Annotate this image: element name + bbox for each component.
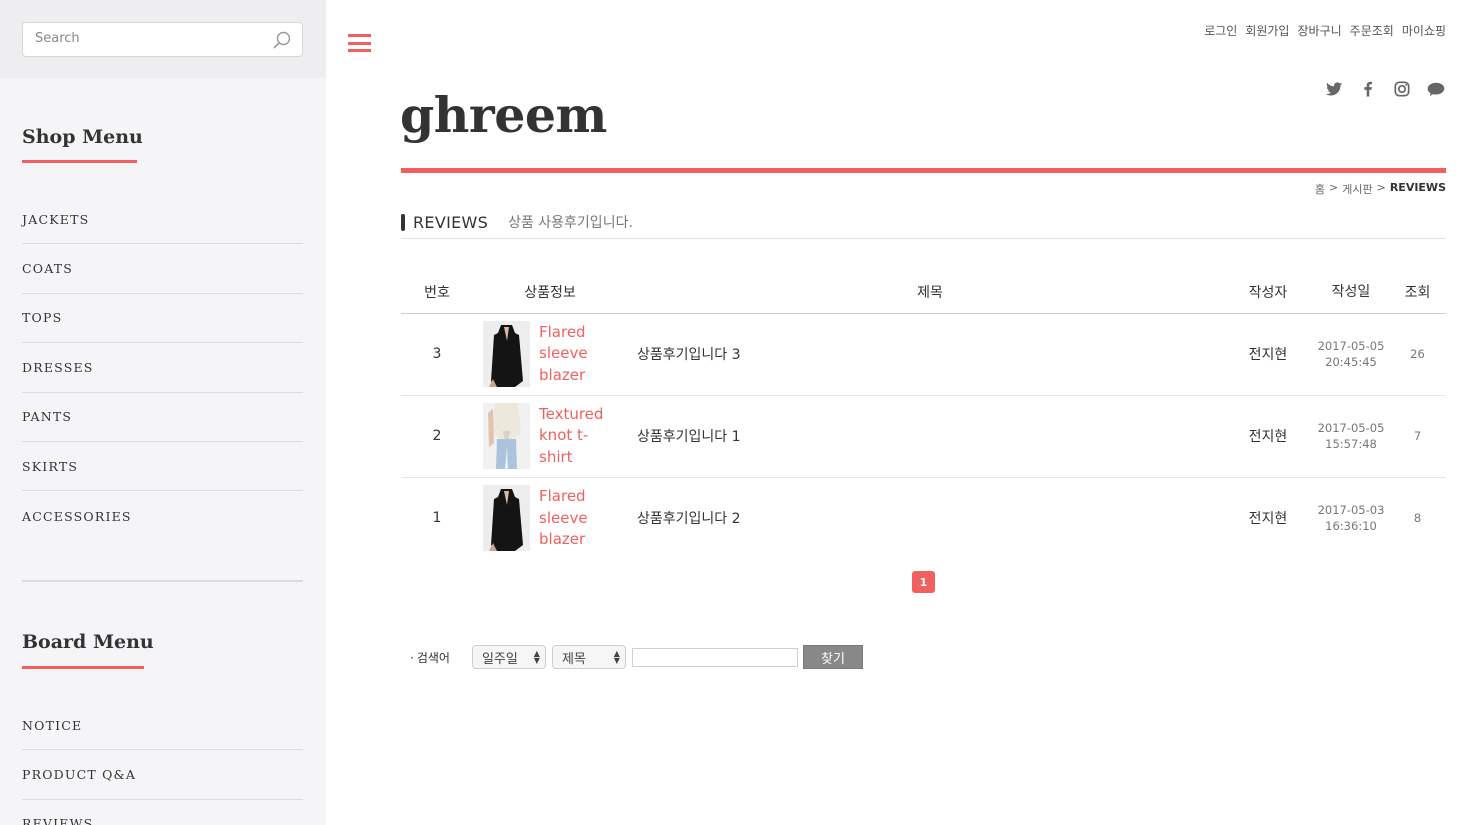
shop-menu-item-tops[interactable]: TOPS: [22, 294, 303, 344]
search-icon[interactable]: [272, 30, 292, 50]
row-date-time: 15:57:48: [1325, 437, 1377, 451]
shop-menu-item-accessories[interactable]: ACCESSORIES: [22, 491, 303, 540]
shop-menu-item-pants[interactable]: PANTS: [22, 393, 303, 442]
table-row[interactable]: 2 Textured knot t-shirt 상품후기입니다 1 전지현 20…: [401, 395, 1446, 478]
row-date-time: 20:45:45: [1325, 355, 1377, 369]
row-views: 7: [1389, 395, 1446, 478]
social-links: [1324, 79, 1446, 99]
field-select[interactable]: 제목 ▲ ▼: [551, 645, 626, 669]
cart-link[interactable]: 장바구니: [1297, 22, 1341, 39]
header-accent-line: [401, 168, 1446, 173]
facebook-icon[interactable]: [1358, 79, 1378, 99]
board-name: REVIEWS: [413, 212, 489, 232]
my-shopping-link[interactable]: 마이쇼핑: [1402, 22, 1446, 39]
pagination-page-1[interactable]: 1: [912, 571, 935, 593]
header-views: 조회: [1389, 271, 1446, 314]
table-row[interactable]: 3 Flared sleeve blazer 상품후기입니다 3 전지현 201…: [401, 313, 1446, 396]
row-views: 8: [1413, 511, 1422, 526]
sidebar-search-area: [0, 0, 326, 78]
row-writer: 전지현: [1248, 511, 1288, 528]
row-writer: 전지현: [1223, 395, 1313, 478]
title-divider: [401, 238, 1446, 239]
product-name-link[interactable]: Flared sleeve blazer: [539, 322, 611, 387]
board-menu-item-reviews[interactable]: REVIEWS: [22, 800, 303, 825]
row-num: 3: [401, 313, 473, 396]
board-description: 상품 사용후기입니다.: [508, 215, 633, 231]
breadcrumb-separator: >: [1376, 181, 1386, 194]
search-submit-button[interactable]: 찾기: [802, 645, 863, 669]
breadcrumb-separator: >: [1329, 181, 1339, 194]
hamburger-menu-icon[interactable]: [348, 34, 371, 52]
shop-menu-item-jackets[interactable]: JACKETS: [22, 195, 303, 245]
product-thumbnail[interactable]: [483, 485, 530, 552]
row-subject-link[interactable]: 상품후기입니다 2: [627, 477, 1223, 559]
header-product: 상품정보: [473, 271, 627, 314]
table-header-row: 번호 상품정보 제목 작성자 작성일 조회: [401, 271, 1446, 314]
row-date: 2017-05-05 20:45:45: [1313, 313, 1389, 396]
period-select[interactable]: 일주일 ▲ ▼: [471, 645, 546, 669]
join-link[interactable]: 회원가입: [1245, 22, 1289, 39]
header-writer: 작성자: [1223, 271, 1313, 314]
top-links: 로그인 회원가입 장바구니 주문조회 마이쇼핑: [1204, 22, 1446, 39]
search-keyword-label: 검색어: [410, 649, 450, 666]
field-select-value: 제목: [561, 651, 586, 667]
board-menu-list: NOTICE PRODUCT Q&A REVIEWS: [22, 701, 303, 825]
keyword-input[interactable]: [631, 647, 798, 667]
instagram-icon[interactable]: [1392, 79, 1412, 99]
shop-menu-item-skirts[interactable]: SKIRTS: [22, 442, 303, 492]
period-select-value: 일주일: [481, 651, 518, 667]
board-menu-underline: [22, 666, 144, 669]
row-product: Textured knot t-shirt: [473, 395, 627, 478]
breadcrumb-current: REVIEWS: [1389, 181, 1446, 194]
row-product: Flared sleeve blazer: [473, 313, 627, 396]
shop-menu-list: JACKETS COATS TOPS DRESSES PANTS SKIRTS …: [22, 195, 303, 541]
row-writer: 전지현: [1223, 313, 1313, 396]
search-input[interactable]: [35, 31, 265, 46]
sidebar: Shop Menu JACKETS COATS TOPS DRESSES PAN…: [0, 0, 326, 825]
reviews-table: 번호 상품정보 제목 작성자 작성일 조회 3 Flared sleeve bl…: [401, 271, 1446, 559]
row-num: 1: [432, 510, 442, 527]
board-menu-item-notice[interactable]: NOTICE: [22, 701, 303, 751]
title-marker: [401, 213, 405, 231]
breadcrumb: 홈 > 게시판 > REVIEWS: [1315, 181, 1446, 197]
shop-menu-item-coats[interactable]: COATS: [22, 244, 303, 294]
table-row[interactable]: 1 Flared sleeve blazer 상품후기입니다 2 전지현 201…: [401, 477, 1446, 559]
search-box[interactable]: [22, 22, 303, 57]
sidebar-divider: [22, 580, 303, 582]
row-date-day: 2017-05-03: [1317, 503, 1385, 518]
board-search-form: 검색어 일주일 ▲▼ 제목 ▲▼ 찾기: [410, 645, 863, 669]
header-subject: 제목: [627, 271, 1223, 314]
login-link[interactable]: 로그인: [1204, 22, 1237, 39]
chat-bubble-icon[interactable]: [1426, 79, 1446, 99]
product-thumbnail[interactable]: [483, 321, 530, 387]
row-date-day: 2017-05-05: [1317, 421, 1385, 435]
board-menu-heading: Board Menu: [22, 631, 154, 653]
breadcrumb-home[interactable]: 홈: [1315, 181, 1325, 197]
header-date: 작성일: [1313, 271, 1389, 314]
shop-menu-heading: Shop Menu: [22, 126, 143, 148]
row-num: 2: [401, 395, 473, 478]
row-subject-link[interactable]: 상품후기입니다 1: [627, 395, 1223, 478]
select-arrows-icon: ▲ ▼: [613, 649, 620, 665]
row-date: 2017-05-05 15:57:48: [1313, 395, 1389, 478]
select-arrows-icon: ▲ ▼: [533, 649, 540, 665]
board-menu-item-product-qa[interactable]: PRODUCT Q&A: [22, 750, 303, 800]
twitter-icon[interactable]: [1324, 79, 1344, 99]
order-lookup-link[interactable]: 주문조회: [1350, 22, 1394, 39]
row-views: 26: [1389, 313, 1446, 396]
row-product: Flared sleeve blazer: [473, 477, 627, 559]
board-title: REVIEWS 상품 사용후기입니다.: [401, 212, 633, 232]
site-logo[interactable]: ghreem: [400, 86, 607, 144]
product-name-link[interactable]: Flared sleeve blazer: [539, 486, 611, 551]
shop-menu-underline: [22, 160, 137, 163]
row-date-day: 2017-05-05: [1317, 339, 1385, 353]
product-name-link[interactable]: Textured knot t-shirt: [539, 404, 611, 469]
header-num: 번호: [401, 271, 473, 314]
row-date-time: 16:36:10: [1325, 519, 1377, 534]
row-date: 2017-05-03 16:36:10: [1313, 477, 1389, 559]
row-subject-link[interactable]: 상품후기입니다 3: [627, 313, 1223, 396]
shop-menu-item-dresses[interactable]: DRESSES: [22, 343, 303, 393]
breadcrumb-board[interactable]: 게시판: [1342, 181, 1372, 197]
product-thumbnail[interactable]: [483, 403, 530, 469]
